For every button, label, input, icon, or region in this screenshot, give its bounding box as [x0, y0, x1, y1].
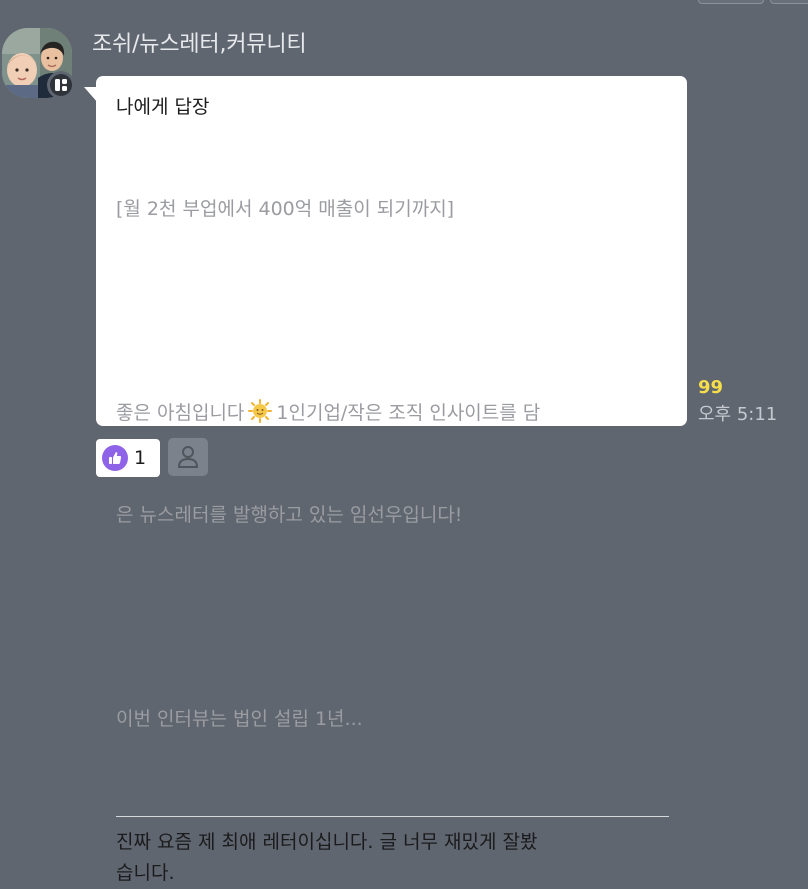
thumbs-up-icon: [102, 445, 128, 471]
reply-title: 나에게 답장: [116, 96, 210, 118]
reaction-button[interactable]: 1: [96, 439, 160, 477]
profile-type-icon: [50, 74, 72, 96]
top-action-button-2[interactable]: [770, 0, 808, 4]
quote-line: 좋은 아침입니다 1인기업/작은 조직 인사이트를 담: [116, 396, 669, 430]
unread-count: 99: [698, 377, 724, 398]
divider: [116, 816, 669, 817]
message-bubble[interactable]: 나에게 답장 [월 2천 부업에서 400억 매출이 되기까지] 좋은 아침입니…: [96, 76, 687, 884]
sun-icon: [248, 399, 273, 423]
reply-text: 진짜 요즘 제 최애 레터이십니다. 글 너무 재밌게 잘봤 습니다.: [116, 831, 538, 884]
quote-line: 이번 인터뷰는 법인 설립 1년...: [116, 708, 363, 730]
quote-line: [월 2천 부업에서 400억 매출이 되기까지]: [116, 198, 455, 220]
quote-line: 은 뉴스레터를 발행하고 있는 임선우입니다!: [116, 504, 463, 526]
reaction-count: 1: [134, 447, 147, 469]
quote-blank-line: [116, 294, 669, 328]
person-icon: [177, 446, 199, 468]
profile-badge: [47, 71, 75, 99]
message-time: 오후 5:11: [698, 404, 778, 425]
add-reaction-button[interactable]: [168, 438, 208, 476]
sender-name[interactable]: 조쉬/뉴스레터,커뮤니티: [92, 30, 307, 60]
quote-blank-line: [116, 600, 669, 634]
top-action-button[interactable]: [698, 0, 764, 4]
